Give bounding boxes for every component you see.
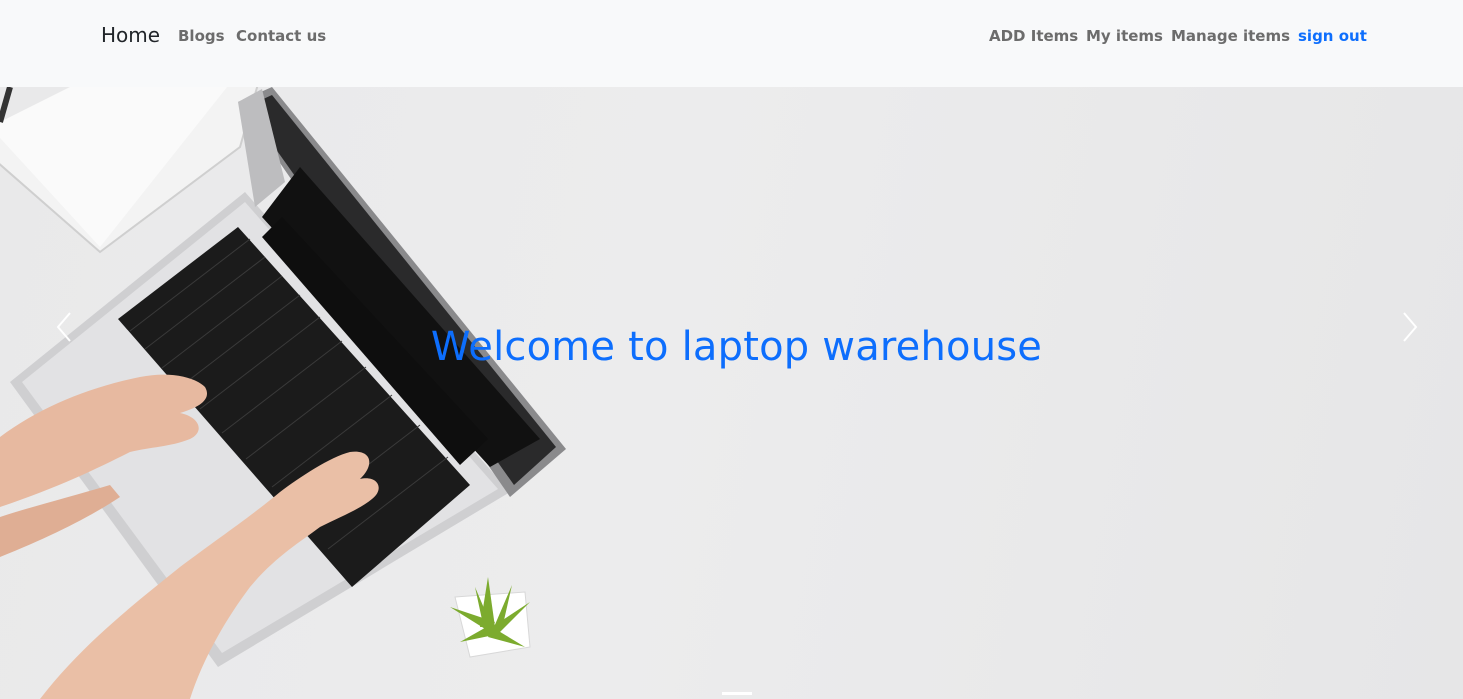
sign-out-link[interactable]: sign out — [1298, 27, 1367, 45]
navbar: Home Blogs Contact us ADD Items My items… — [0, 0, 1463, 87]
carousel-indicator[interactable] — [722, 692, 752, 695]
plant-image — [450, 577, 531, 658]
laptop-photo — [0, 87, 566, 699]
hero-title: Welcome to laptop warehouse — [430, 323, 1043, 370]
hero-carousel: Welcome to laptop warehouse — [0, 87, 1463, 699]
chevron-right-icon — [1403, 312, 1418, 342]
my-items-link[interactable]: My items — [1086, 27, 1163, 45]
carousel-prev-button[interactable] — [50, 307, 80, 347]
home-link[interactable]: Home — [101, 23, 160, 47]
blogs-link[interactable]: Blogs — [178, 27, 225, 45]
contact-us-link[interactable]: Contact us — [236, 27, 326, 45]
manage-items-link[interactable]: Manage items — [1171, 27, 1290, 45]
chevron-left-icon — [56, 312, 71, 342]
carousel-next-button[interactable] — [1396, 307, 1426, 347]
add-items-link[interactable]: ADD Items — [989, 27, 1078, 45]
